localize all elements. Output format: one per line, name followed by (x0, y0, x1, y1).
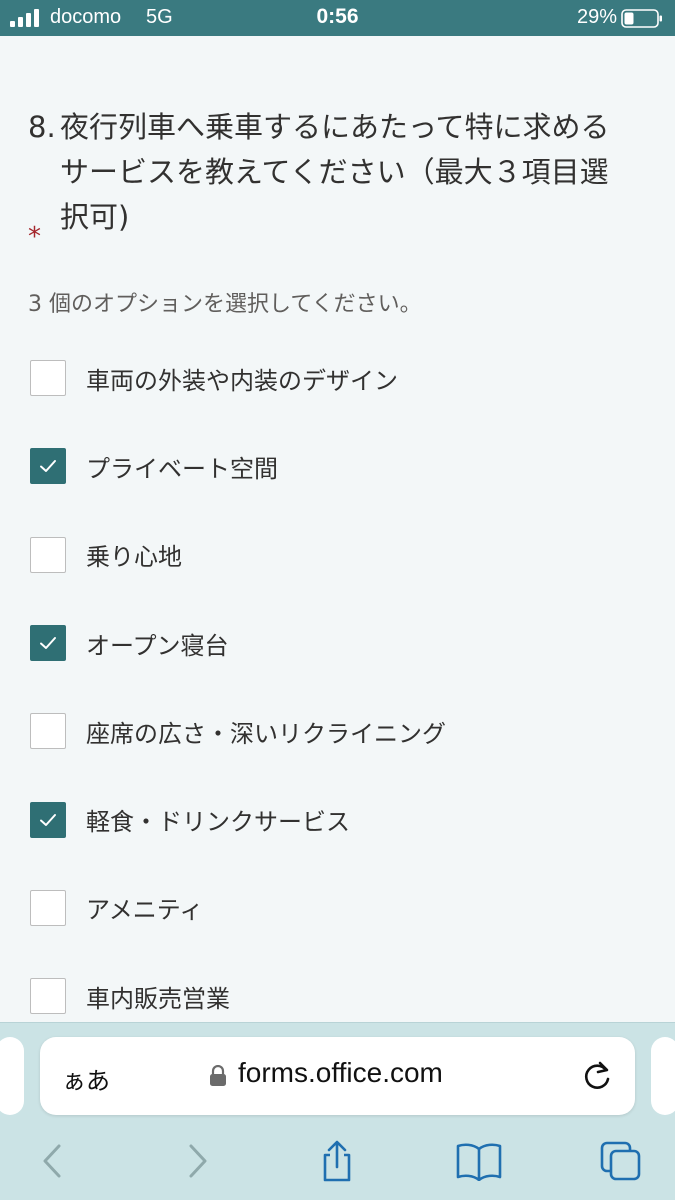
checkbox[interactable] (30, 978, 66, 1015)
browser-chrome: ぁあ forms.office.com (0, 1022, 675, 1200)
forward-button[interactable] (174, 1139, 222, 1183)
share-icon (323, 1140, 351, 1182)
checkbox[interactable] (30, 360, 66, 397)
checkbox[interactable] (30, 889, 66, 926)
option-label: アメニティ (86, 896, 204, 925)
checkbox[interactable] (30, 713, 66, 750)
clock: 0:56 (316, 5, 359, 28)
book-icon (456, 1143, 502, 1181)
share-button[interactable] (313, 1139, 361, 1183)
checkmark-icon (40, 813, 56, 826)
selection-hint: 3 個のオプションを選択してください。 (28, 292, 422, 317)
previous-tab-preview[interactable] (0, 1037, 24, 1115)
option-item[interactable]: アメニティ (30, 864, 650, 952)
option-label: 車両の外装や内装のデザイン (86, 366, 398, 395)
question-title: 8. 夜行列車へ乗車するにあたって特に求めるサービスを教えてください（最大３項目… (28, 105, 628, 240)
checkbox[interactable] (30, 625, 66, 662)
checkbox[interactable] (30, 448, 66, 485)
tabs-icon (600, 1141, 641, 1181)
option-item[interactable]: オープン寝台 (30, 599, 650, 687)
chevron-right-icon (189, 1144, 207, 1178)
address-bar[interactable]: ぁあ forms.office.com (40, 1037, 635, 1115)
lock-icon (210, 1065, 226, 1086)
option-item[interactable]: プライベート空間 (30, 422, 650, 510)
option-item[interactable]: 車両の外装や内装のデザイン (30, 334, 650, 422)
checkbox[interactable] (30, 536, 66, 573)
tabs-button[interactable] (597, 1139, 645, 1183)
next-tab-preview[interactable] (651, 1037, 675, 1115)
url-text[interactable]: forms.office.com (238, 1057, 443, 1089)
checkbox[interactable] (30, 801, 66, 838)
bookmarks-button[interactable] (455, 1139, 503, 1183)
required-asterisk: * (28, 222, 41, 252)
option-item[interactable]: 乗り心地 (30, 511, 650, 599)
option-label: 軽食・ドリンクサービス (86, 808, 350, 837)
browser-toolbar (0, 1131, 675, 1191)
option-label: プライベート空間 (86, 454, 278, 483)
battery-percent: 29% (576, 6, 617, 28)
option-label: 座席の広さ・深いリクライニング (86, 719, 446, 748)
option-item[interactable]: 座席の広さ・深いリクライニング (30, 687, 650, 775)
checkmark-icon (40, 637, 56, 650)
option-label: オープン寝台 (86, 631, 229, 660)
option-label: 車内販売営業 (86, 984, 230, 1013)
checkmark-icon (40, 460, 56, 473)
back-button[interactable] (28, 1139, 76, 1183)
text-size-button[interactable]: ぁあ (62, 1061, 110, 1096)
question-number: 8. (28, 110, 56, 144)
reload-icon[interactable] (581, 1059, 613, 1093)
status-bar: docomo 5G 0:56 29% (0, 0, 675, 36)
battery-icon (621, 9, 662, 28)
option-label: 乗り心地 (86, 543, 182, 572)
question-text: 夜行列車へ乗車するにあたって特に求めるサービスを教えてください（最大３項目選択可… (60, 110, 610, 234)
options-list: 車両の外装や内装のデザイン プライベート空間 乗り心地 オープン寝台 座席の広さ… (30, 334, 650, 1040)
option-item[interactable]: 軽食・ドリンクサービス (30, 775, 650, 863)
chevron-left-icon (43, 1144, 61, 1178)
